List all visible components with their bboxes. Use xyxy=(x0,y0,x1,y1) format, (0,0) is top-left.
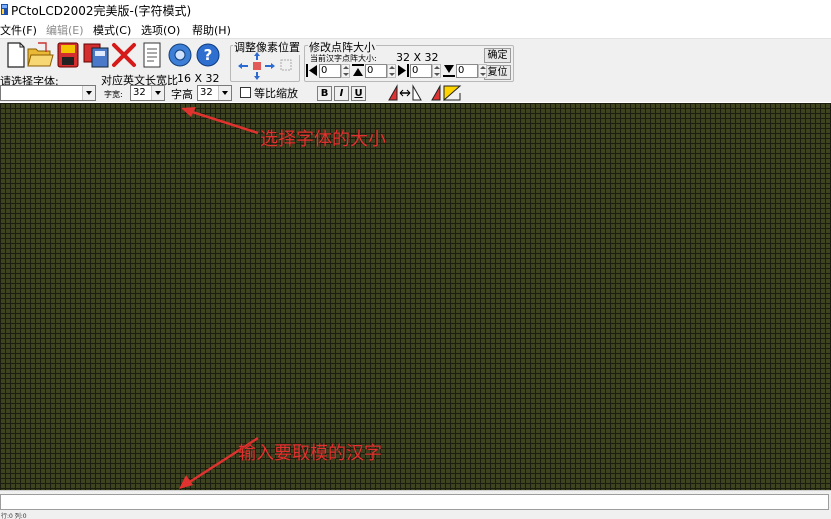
menu-help[interactable]: 帮助(H) xyxy=(192,22,231,38)
input-bar xyxy=(0,490,831,512)
char-width-label: 字宽: xyxy=(104,90,123,99)
matrix-spinner-row: 0 0 0 0 xyxy=(306,64,487,79)
save-icon[interactable] xyxy=(54,40,82,70)
left-spin-input[interactable]: 0 xyxy=(319,64,341,78)
input-annotation: 输入要取模的汉字 xyxy=(238,443,382,464)
italic-button[interactable]: I xyxy=(334,86,349,101)
bottom-spin-input[interactable]: 0 xyxy=(456,64,478,78)
app-icon xyxy=(1,4,8,15)
menu-mode[interactable]: 模式(C) xyxy=(93,22,131,38)
dot-matrix-canvas[interactable] xyxy=(0,103,831,490)
chevron-down-icon[interactable] xyxy=(151,86,164,100)
toolbar: ? 请选择字体: 对应英文长宽比 16 X 32 字宽: 32 字高 32 等比… xyxy=(0,38,831,102)
flip-horizontal-icon[interactable] xyxy=(387,84,423,102)
top-spin-input[interactable]: 0 xyxy=(365,64,387,78)
top-spin-arrows[interactable] xyxy=(387,64,396,78)
current-matrix-label: 当前汉字点阵大小: xyxy=(310,54,377,63)
current-matrix-value: 32 X 32 xyxy=(396,51,439,64)
right-spin-input[interactable]: 0 xyxy=(410,64,432,78)
bottom-spin-arrows[interactable] xyxy=(478,64,487,78)
shrink-right-icon xyxy=(398,64,409,77)
pixel-move-arrows-icon[interactable] xyxy=(237,51,295,81)
svg-text:?: ? xyxy=(204,46,213,64)
menu-bar: 文件(F) 编辑(E) 模式(C) 选项(O) 帮助(H) xyxy=(0,20,831,38)
character-input[interactable] xyxy=(0,494,829,510)
proportional-label: 等比缩放 xyxy=(254,87,298,100)
confirm-button[interactable]: 确定 xyxy=(484,48,511,63)
document-icon[interactable] xyxy=(138,40,166,70)
chevron-down-icon[interactable] xyxy=(82,86,95,100)
char-width-select[interactable]: 32 xyxy=(130,85,165,101)
right-spin-arrows[interactable] xyxy=(432,64,441,78)
char-height-label: 字高 xyxy=(171,88,193,101)
status-text: 行:0 列:0 xyxy=(1,513,27,519)
new-file-icon[interactable] xyxy=(0,40,28,70)
reset-button[interactable]: 复位 xyxy=(484,65,511,80)
flip-vertical-icon[interactable] xyxy=(430,84,464,102)
proportional-checkbox[interactable] xyxy=(240,87,251,98)
char-height-select[interactable]: 32 xyxy=(197,85,232,101)
open-folder-icon[interactable] xyxy=(26,40,54,70)
bold-button[interactable]: B xyxy=(317,86,332,101)
save-as-icon[interactable] xyxy=(82,40,110,70)
shrink-bottom-icon xyxy=(443,65,455,77)
settings-gear-icon[interactable] xyxy=(166,40,194,70)
english-ratio-value: 16 X 32 xyxy=(177,72,220,85)
chevron-down-icon[interactable] xyxy=(218,86,231,100)
font-size-annotation: 选择字体的大小 xyxy=(260,129,386,150)
menu-options[interactable]: 选项(O) xyxy=(141,22,180,38)
window-title: PCtoLCD2002完美版-(字符模式) xyxy=(11,4,192,18)
title-bar: PCtoLCD2002完美版-(字符模式) xyxy=(0,0,831,20)
font-select[interactable] xyxy=(0,85,96,101)
delete-icon[interactable] xyxy=(110,40,138,70)
menu-file[interactable]: 文件(F) xyxy=(0,22,37,38)
status-bar: 行:0 列:0 xyxy=(0,512,831,519)
help-icon[interactable]: ? xyxy=(194,40,222,70)
menu-edit[interactable]: 编辑(E) xyxy=(46,22,84,38)
left-spin-arrows[interactable] xyxy=(341,64,350,78)
shrink-top-icon xyxy=(352,64,364,76)
underline-button[interactable]: U xyxy=(351,86,366,101)
shrink-left-icon xyxy=(306,64,317,77)
